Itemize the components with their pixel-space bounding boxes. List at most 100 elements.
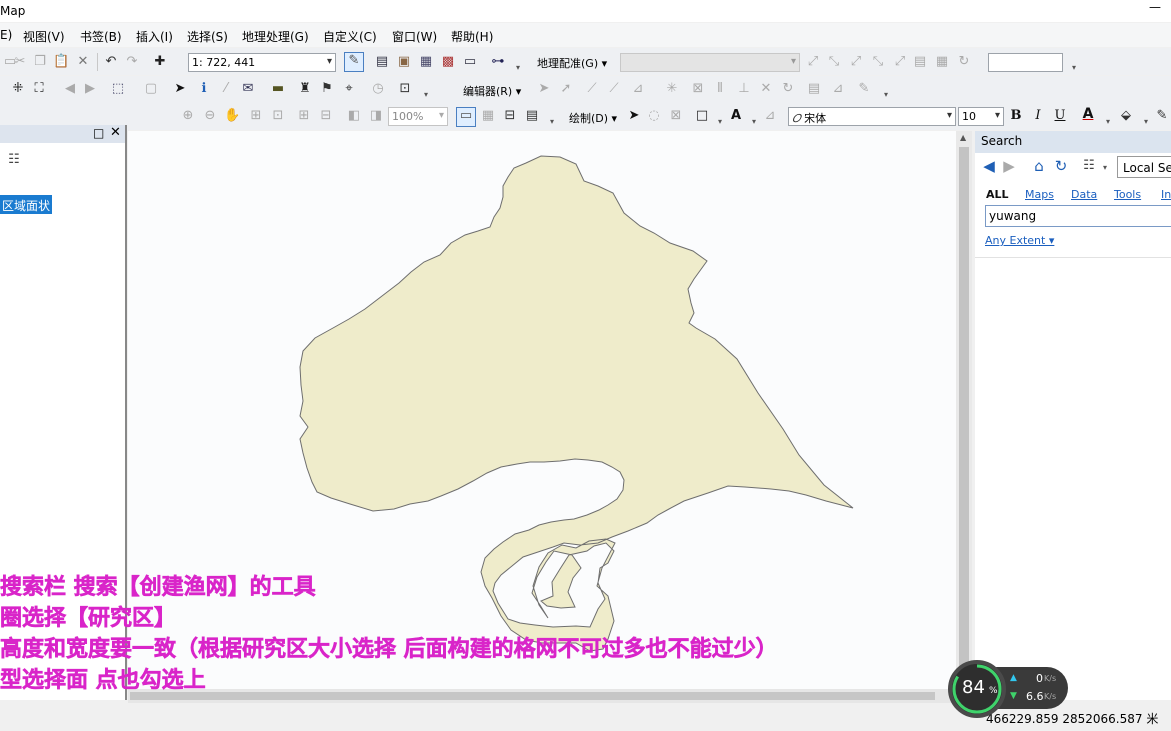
cut-polygons-icon[interactable]: ⊥: [736, 81, 752, 97]
font-color-button[interactable]: A: [1080, 106, 1096, 122]
find-icon[interactable]: ♜: [297, 81, 313, 97]
full-extent-icon[interactable]: ⛶: [31, 81, 47, 97]
zoom-selected-elements-icon[interactable]: ⊠: [668, 108, 684, 124]
forward-icon[interactable]: ▶: [1001, 158, 1017, 174]
toc-layer-item[interactable]: 区域面状: [0, 195, 53, 214]
chevron-down-icon[interactable]: ▾: [1100, 114, 1116, 130]
shift-icon[interactable]: ⤡: [870, 54, 886, 70]
auto-adjust-icon[interactable]: ⤢: [892, 54, 908, 70]
list-by-source-icon[interactable]: ☷: [6, 152, 22, 168]
underline-button[interactable]: U: [1052, 108, 1068, 124]
font-name-combo[interactable]: 𝑂 宋体 ▾: [788, 107, 956, 126]
editor-toolbar-icon[interactable]: ✎: [344, 52, 364, 72]
back-icon[interactable]: ◀: [981, 158, 997, 174]
straight-segment-icon[interactable]: ⟋: [584, 81, 600, 97]
measure-icon[interactable]: ▬: [270, 81, 286, 97]
model-builder-icon[interactable]: ⊶: [490, 54, 506, 70]
menu-item-selection[interactable]: 选择(S): [187, 28, 228, 45]
chevron-down-icon[interactable]: ▾: [1138, 114, 1154, 130]
cpu-gauge[interactable]: 84 %: [948, 660, 1006, 718]
sketch-properties-icon[interactable]: ⊿: [830, 81, 846, 97]
chevron-down-icon[interactable]: ▾: [712, 114, 728, 130]
scroll-up-icon[interactable]: ▲: [960, 133, 966, 142]
editor-menu[interactable]: 编辑器(R) ▾: [463, 83, 521, 99]
search-tab-tools[interactable]: Tools: [1114, 188, 1141, 201]
search-scope-combo[interactable]: Local Se: [1117, 156, 1171, 178]
zoom-in-layout-icon[interactable]: ⊕: [180, 108, 196, 124]
go-back-extent-icon[interactable]: ◧: [346, 108, 362, 124]
edit-tool-icon[interactable]: ➤: [536, 81, 552, 97]
select-elements-icon[interactable]: ➤: [172, 81, 188, 97]
toolbar-options-icon[interactable]: ▾: [510, 60, 526, 76]
select-features-icon[interactable]: ⬚: [110, 81, 126, 97]
georeferencing-menu[interactable]: 地理配准(G) ▾: [537, 55, 607, 71]
menu-item-view[interactable]: 视图(V): [23, 28, 65, 45]
search-tab-all[interactable]: ALL: [986, 188, 1009, 201]
menu-item-bookmarks[interactable]: 书签(B): [80, 28, 122, 45]
line-color-icon[interactable]: ✎: [1154, 108, 1170, 124]
rotate-element-icon[interactable]: ◌: [646, 108, 662, 124]
split-icon[interactable]: ✕: [758, 81, 774, 97]
link-tool-icon[interactable]: ⤡: [826, 54, 842, 70]
clear-selection-icon[interactable]: ▢: [143, 81, 159, 97]
chevron-down-icon[interactable]: ▾: [746, 114, 762, 130]
zoom-whole-page-icon[interactable]: ⊞: [248, 108, 264, 124]
search-tab-data[interactable]: Data: [1071, 188, 1097, 201]
italic-button[interactable]: I: [1030, 108, 1046, 124]
edit-vertices-icon[interactable]: ⊠: [690, 81, 706, 97]
change-layout-icon[interactable]: ⊟: [502, 108, 518, 124]
fixed-zoom-out-layout-icon[interactable]: ⊟: [318, 108, 334, 124]
catalog-icon[interactable]: ▣: [396, 54, 412, 70]
maximize-icon[interactable]: □: [93, 126, 104, 140]
cut-icon[interactable]: ✂: [12, 54, 28, 70]
zoom-100-icon[interactable]: ⊡: [270, 108, 286, 124]
go-to-xy-icon[interactable]: ⌖: [341, 81, 357, 97]
layout-zoom-combo[interactable]: 100% ▾: [388, 107, 448, 126]
focus-data-frame-icon[interactable]: ▦: [480, 108, 496, 124]
html-popup-icon[interactable]: ✉: [240, 81, 256, 97]
rotate-icon[interactable]: ↻: [780, 81, 796, 97]
create-features-icon[interactable]: ✎: [856, 81, 872, 97]
layer-table-icon[interactable]: ▦: [934, 54, 950, 70]
python-window-icon[interactable]: ▭: [462, 54, 478, 70]
point-icon[interactable]: ✳: [664, 81, 680, 97]
reshape-icon[interactable]: ⫴: [712, 81, 728, 97]
vertical-scroll-thumb[interactable]: [959, 147, 969, 672]
paste-icon[interactable]: 📋: [53, 54, 69, 70]
bold-button[interactable]: B: [1008, 108, 1024, 124]
fixed-zoom-in-layout-icon[interactable]: ⊞: [296, 108, 312, 124]
data-driven-pages-icon[interactable]: ▤: [524, 108, 540, 124]
toolbar-options-icon[interactable]: ▾: [544, 114, 560, 130]
end-point-arc-icon[interactable]: ⟋: [606, 81, 622, 97]
menu-item-help[interactable]: 帮助(H): [451, 28, 493, 45]
trace-icon[interactable]: ⊿: [630, 81, 646, 97]
reset-icon[interactable]: ↻: [956, 54, 972, 70]
add-control-points-icon[interactable]: ⤢: [805, 54, 821, 70]
refresh-icon[interactable]: ↻: [1053, 158, 1069, 174]
menu-item-windows[interactable]: 窗口(W): [392, 28, 437, 45]
copy-icon[interactable]: ❐: [32, 54, 48, 70]
extent-filter[interactable]: Any Extent ▾: [985, 234, 1054, 247]
delete-icon[interactable]: ✕: [75, 54, 91, 70]
home-icon[interactable]: ⌂: [1031, 158, 1047, 174]
chevron-down-icon[interactable]: ▾: [1097, 160, 1113, 176]
identify-icon[interactable]: ℹ: [196, 81, 212, 97]
fixed-zoom-in-icon[interactable]: ⁜: [10, 81, 26, 97]
new-text-icon[interactable]: A: [728, 108, 744, 124]
select-elements-icon[interactable]: ➤: [626, 108, 642, 124]
menu-item-geoprocessing[interactable]: 地理处理(G): [242, 28, 309, 45]
forward-icon[interactable]: ▶: [82, 81, 98, 97]
zoom-out-layout-icon[interactable]: ⊖: [202, 108, 218, 124]
toggle-draft-mode-icon[interactable]: ▭: [456, 107, 476, 127]
pan-layout-icon[interactable]: ✋: [224, 108, 240, 124]
table-icon[interactable]: ▤: [374, 54, 390, 70]
back-icon[interactable]: ◀: [62, 81, 78, 97]
time-slider-icon[interactable]: ◷: [370, 81, 386, 97]
map-scale-combo[interactable]: 1: 722, 441 ▾: [188, 53, 336, 72]
search-tab-images[interactable]: In: [1161, 188, 1171, 201]
view-options-icon[interactable]: ☷: [1081, 158, 1097, 174]
edit-vertices-icon[interactable]: ⊿: [762, 108, 778, 124]
toolbar-options-icon[interactable]: ▾: [878, 87, 894, 103]
minimize-button[interactable]: —: [1149, 0, 1161, 14]
georeference-layer-combo[interactable]: ▾: [620, 53, 800, 72]
